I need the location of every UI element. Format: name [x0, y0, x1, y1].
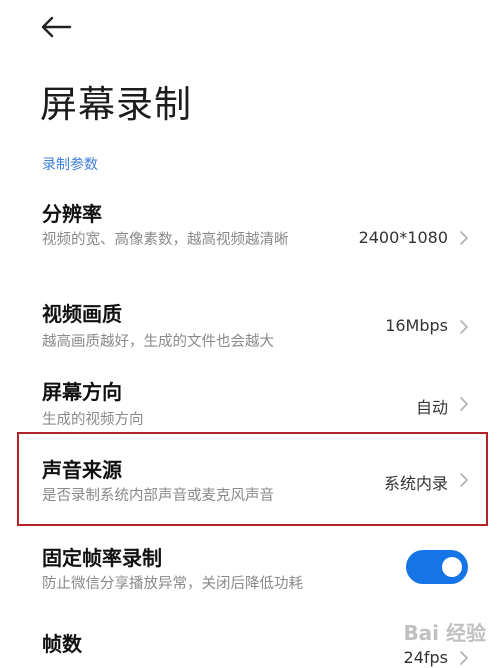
- screen-orientation-value: 自动: [415, 398, 448, 417]
- resolution-value: 2400*1080: [358, 228, 448, 247]
- watermark: Bai 经验: [403, 621, 486, 645]
- audio-source-title: 声音来源: [42, 458, 122, 482]
- toggle-knob: [442, 557, 462, 577]
- page-title: 屏幕录制: [40, 83, 192, 126]
- chevron-right-icon: [460, 231, 468, 245]
- back-arrow-icon: [41, 16, 72, 38]
- audio-source-subtitle: 是否录制系统内部声音或麦克风声音: [42, 488, 274, 504]
- fixed-framerate-title: 固定帧率录制: [42, 546, 162, 570]
- framerate-title: 帧数: [42, 632, 82, 656]
- video-quality-row[interactable]: 视频画质 越高画质越好，生成的文件也会越大 16Mbps: [0, 298, 500, 358]
- chevron-right-icon: [460, 397, 468, 411]
- screen-orientation-row[interactable]: 屏幕方向 生成的视频方向 自动: [0, 376, 500, 436]
- video-quality-title: 视频画质: [42, 302, 122, 326]
- screen-orientation-subtitle: 生成的视频方向: [42, 412, 144, 428]
- framerate-value: 24fps: [403, 648, 448, 667]
- screen-orientation-title: 屏幕方向: [42, 380, 122, 404]
- video-quality-subtitle: 越高画质越好，生成的文件也会越大: [42, 334, 274, 350]
- chevron-right-icon: [460, 473, 468, 487]
- back-button[interactable]: [40, 16, 80, 48]
- fixed-framerate-toggle[interactable]: [406, 550, 468, 584]
- video-quality-value: 16Mbps: [385, 316, 448, 335]
- audio-source-row[interactable]: 声音来源 是否录制系统内部声音或麦克风声音 系统内录: [0, 454, 500, 514]
- fixed-framerate-row: 固定帧率录制 防止微信分享播放异常，关闭后降低功耗: [0, 542, 500, 602]
- resolution-title: 分辨率: [42, 202, 102, 226]
- resolution-row[interactable]: 分辨率 视频的宽、高像素数，越高视频越清晰 2400*1080: [0, 198, 500, 282]
- fixed-framerate-subtitle: 防止微信分享播放异常，关闭后降低功耗: [42, 576, 303, 592]
- chevron-right-icon: [460, 320, 468, 334]
- audio-source-value: 系统内录: [383, 474, 448, 493]
- section-header: 录制参数: [42, 157, 98, 173]
- resolution-subtitle: 视频的宽、高像素数，越高视频越清晰: [42, 232, 289, 248]
